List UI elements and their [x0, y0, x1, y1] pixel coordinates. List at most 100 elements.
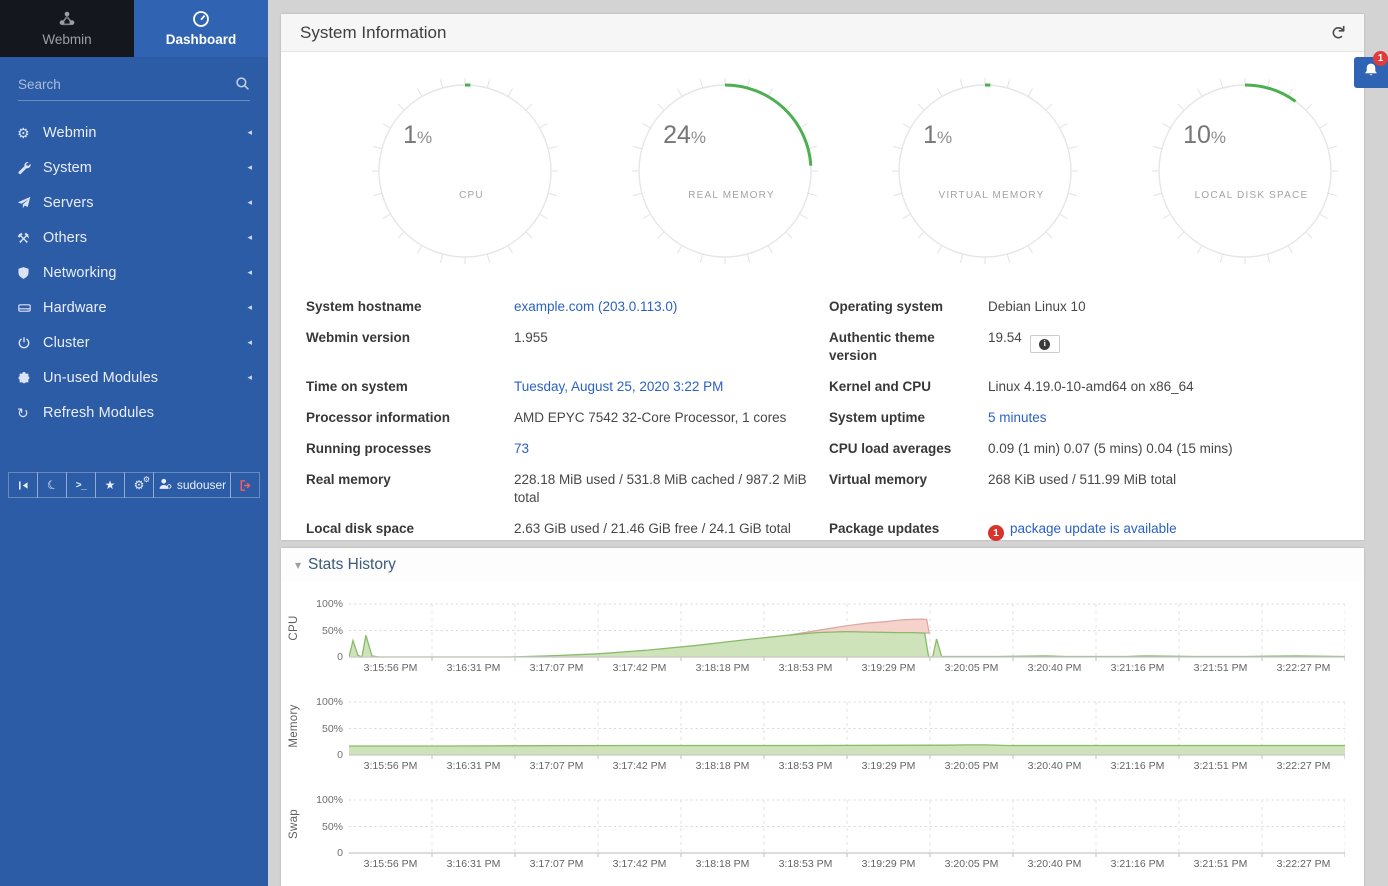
info-value: 73	[514, 440, 829, 458]
stats-history-panel: ▾ Stats History CPU100%50%03:15:56 PM3:1…	[281, 548, 1364, 886]
gauge-label: REAL MEMORY	[632, 190, 832, 201]
hdd-icon	[17, 301, 43, 315]
chevron-down-icon: ▾	[295, 558, 301, 572]
gauge-label: CPU	[372, 190, 572, 201]
info-icon: i	[1039, 339, 1050, 350]
sidebar: Webmin Dashboard ⚙Webmin◂System◂Servers◂…	[0, 0, 268, 886]
sidebar-item-others[interactable]: ⚒Others◂	[0, 220, 268, 255]
sidebar-item-label: Networking	[43, 265, 247, 281]
chevron-left-icon: ◂	[247, 162, 252, 173]
chart-plot-area	[349, 692, 1345, 760]
info-value: 19.54i	[988, 329, 1339, 365]
sidebar-item-refresh-modules[interactable]: ↻Refresh Modules	[0, 395, 268, 430]
gauge-cpu: 1%CPU	[372, 78, 558, 264]
info-value: AMD EPYC 7542 32-Core Processor, 1 cores	[514, 409, 829, 427]
package-count-badge: 1	[988, 525, 1004, 541]
gauge-real-memory: 24%REAL MEMORY	[632, 78, 818, 264]
info-link[interactable]: example.com (203.0.113.0)	[514, 299, 677, 314]
sidebar-item-label: Cluster	[43, 335, 247, 351]
sidebar-menu: ⚙Webmin◂System◂Servers◂⚒Others◂Networkin…	[0, 115, 268, 430]
stats-history-header[interactable]: ▾ Stats History	[281, 548, 1364, 581]
stats-history-title: Stats History	[308, 556, 396, 574]
theme-info-button[interactable]: i	[1030, 335, 1060, 353]
info-value: 1.955	[514, 329, 829, 365]
info-value: 2.63 GiB used / 21.46 GiB free / 24.1 Gi…	[514, 520, 829, 541]
sidebar-item-networking[interactable]: Networking◂	[0, 255, 268, 290]
chevron-left-icon: ◂	[247, 232, 252, 243]
chart-cpu: CPU100%50%03:15:56 PM3:16:31 PM3:17:07 P…	[281, 594, 1364, 679]
paper-plane-icon	[17, 196, 43, 210]
info-value: example.com (203.0.113.0)	[514, 298, 829, 316]
chart-y-labels: 100%50%0	[307, 790, 349, 858]
chart-axis-title: Swap	[281, 790, 307, 858]
info-value: 5 minutes	[988, 409, 1339, 427]
user-icon	[158, 477, 172, 494]
info-value: 228.18 MiB used / 531.8 MiB cached / 987…	[514, 471, 829, 507]
chevron-left-icon: ◂	[247, 127, 252, 138]
sidebar-item-system[interactable]: System◂	[0, 150, 268, 185]
sidebar-item-webmin[interactable]: ⚙Webmin◂	[0, 115, 268, 150]
info-label: Processor information	[306, 409, 514, 427]
system-information-header: System Information ↻	[281, 14, 1364, 52]
chart-swap: Swap100%50%03:15:56 PM3:16:31 PM3:17:07 …	[281, 790, 1364, 875]
puzzle-icon	[17, 371, 43, 385]
sidebar-item-cluster[interactable]: Cluster◂	[0, 325, 268, 360]
chevron-left-icon: ◂	[247, 302, 252, 313]
page-title: System Information	[300, 23, 1329, 43]
sidebar-item-label: Refresh Modules	[43, 405, 252, 421]
info-value: 268 KiB used / 511.99 MiB total	[988, 471, 1339, 507]
sidebar-item-label: Un-used Modules	[43, 370, 247, 386]
chart-x-labels: 3:15:56 PM3:16:31 PM3:17:07 PM3:17:42 PM…	[349, 760, 1345, 777]
gauges-row: 1%CPU24%REAL MEMORY1%VIRTUAL MEMORY10%LO…	[281, 52, 1364, 290]
info-label: Webmin version	[306, 329, 514, 365]
info-link[interactable]: 5 minutes	[988, 410, 1047, 425]
gauge-virtual-memory: 1%VIRTUAL MEMORY	[892, 78, 1078, 264]
gauge-local-disk-space: 10%LOCAL DISK SPACE	[1152, 78, 1338, 264]
chart-plot-area	[349, 790, 1345, 858]
logout-icon[interactable]	[230, 472, 260, 498]
chevron-left-icon: ◂	[247, 337, 252, 348]
sidebar-item-un-used-modules[interactable]: Un-used Modules◂	[0, 360, 268, 395]
info-label: Local disk space	[306, 520, 514, 541]
info-label: Operating system	[829, 298, 988, 316]
sidebar-tabs: Webmin Dashboard	[0, 0, 268, 57]
tab-webmin[interactable]: Webmin	[0, 0, 134, 57]
terminal-icon[interactable]: >_	[66, 472, 96, 498]
sidebar-item-label: Servers	[43, 195, 247, 211]
info-value: Debian Linux 10	[988, 298, 1339, 316]
dashboard-gauge-icon	[192, 10, 210, 28]
info-link[interactable]: package update is available	[1010, 521, 1177, 536]
tab-dashboard-label: Dashboard	[166, 32, 237, 47]
refresh-icon: ↻	[17, 406, 43, 420]
gauge-label: VIRTUAL MEMORY	[892, 190, 1092, 201]
webmin-logo-icon	[58, 10, 76, 28]
favorites-star-icon[interactable]: ★	[95, 472, 125, 498]
info-label: Real memory	[306, 471, 514, 507]
info-value: 0.09 (1 min) 0.07 (5 mins) 0.04 (15 mins…	[988, 440, 1339, 458]
info-value: 1 package update is available	[988, 520, 1339, 541]
hammer-icon: ⚒	[17, 231, 43, 245]
stats-charts: CPU100%50%03:15:56 PM3:16:31 PM3:17:07 P…	[281, 594, 1364, 875]
gauge-value: 1%	[403, 121, 432, 150]
info-link[interactable]: Tuesday, August 25, 2020 3:22 PM	[514, 379, 723, 394]
info-label: Authentic theme version	[829, 329, 988, 365]
search-input[interactable]	[18, 71, 250, 100]
gauge-value: 24%	[663, 121, 706, 150]
sidebar-item-label: Hardware	[43, 300, 247, 316]
night-mode-icon[interactable]: ☾	[37, 472, 67, 498]
settings-gears-icon[interactable]: ⚙⚙	[124, 472, 154, 498]
sidebar-item-servers[interactable]: Servers◂	[0, 185, 268, 220]
chart-x-labels: 3:15:56 PM3:16:31 PM3:17:07 PM3:17:42 PM…	[349, 662, 1345, 679]
info-label: CPU load averages	[829, 440, 988, 458]
refresh-icon[interactable]: ↻	[1328, 25, 1347, 41]
tab-webmin-label: Webmin	[42, 32, 91, 47]
user-menu[interactable]: sudouser	[153, 472, 231, 498]
collapse-sidebar-icon[interactable]	[8, 472, 38, 498]
chart-y-labels: 100%50%0	[307, 594, 349, 662]
notifications-button[interactable]: 1	[1354, 57, 1388, 88]
tab-dashboard[interactable]: Dashboard	[134, 0, 268, 57]
info-link[interactable]: 73	[514, 441, 529, 456]
sidebar-item-hardware[interactable]: Hardware◂	[0, 290, 268, 325]
search-icon[interactable]	[235, 76, 250, 96]
shield-icon	[17, 266, 43, 280]
